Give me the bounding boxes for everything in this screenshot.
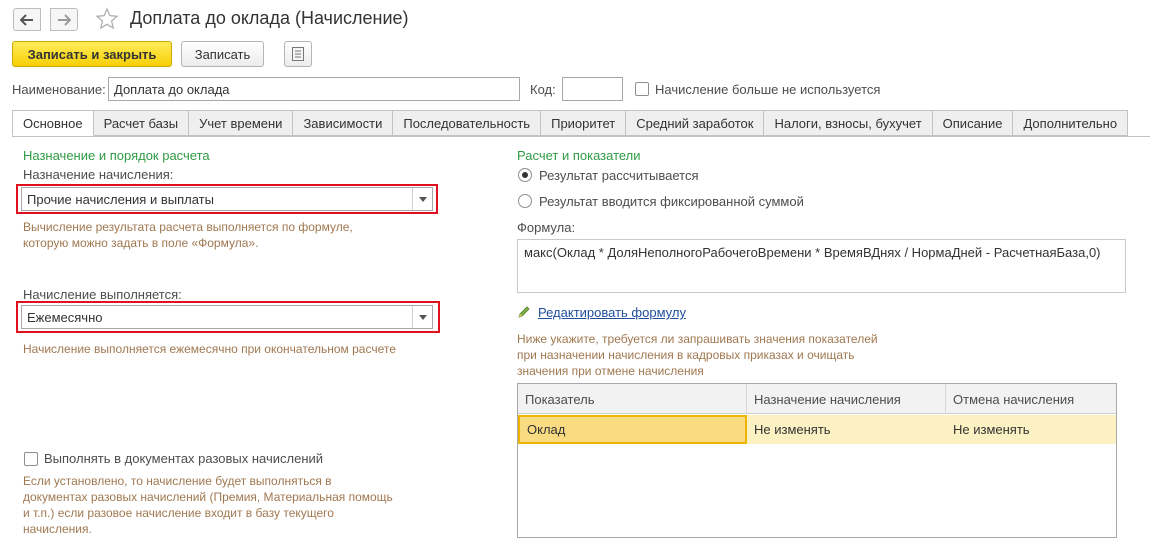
forward-arrow-icon [58,13,71,26]
tab-base-calculation[interactable]: Расчет базы [93,110,190,136]
one-time-hint-line-1: Если установлено, то начисление будет вы… [23,474,332,488]
formula-label: Формула: [517,220,576,235]
one-time-hint-line-2: документах разовых начислений (Премия, М… [23,490,393,504]
formula-field[interactable]: макс(Оклад * ДоляНеполногоРабочегоВремен… [517,239,1126,293]
schedule-hint: Начисление выполняется ежемесячно при ок… [23,342,396,356]
tab-taxes-accounting[interactable]: Налоги, взносы, бухучет [764,110,933,136]
column-header-indicator[interactable]: Показатель [518,384,747,414]
indicators-hint-line-1: Ниже укажите, требуется ли запрашивать з… [517,332,878,346]
purpose-group-title: Назначение и порядок расчета [23,148,210,163]
tab-description[interactable]: Описание [932,110,1014,136]
code-input[interactable] [562,77,623,101]
purpose-hint-line-2: которую можно задать в поле «Формула». [23,236,259,250]
table-cell-cancellation[interactable]: Не изменять [946,415,1116,444]
tab-main[interactable]: Основное [12,110,94,136]
indicators-table[interactable]: Показатель Назначение начисления Отмена … [517,383,1117,538]
table-cell-assignment[interactable]: Не изменять [747,415,946,444]
schedule-select[interactable]: Ежемесячно [21,305,433,329]
favorite-star-icon[interactable] [95,7,119,31]
indicators-hint-line-3: значения при отмене начисления [517,364,704,378]
save-button[interactable]: Записать [181,41,264,67]
indicators-hint-line-2: при назначении начисления в кадровых при… [517,348,855,362]
page-title: Доплата до оклада (Начисление) [130,8,409,28]
one-time-label: Выполнять в документах разовых начислени… [44,451,324,466]
table-header: Показатель Назначение начисления Отмена … [518,384,1116,414]
radio-result-fixed-label: Результат вводится фиксированной суммой [539,194,804,209]
edit-formula-link[interactable]: Редактировать формулу [538,305,686,320]
name-label: Наименование: [12,82,106,97]
tab-bar: Основное Расчет базы Учет времени Зависи… [12,110,1129,136]
code-label: Код: [530,82,556,97]
purpose-label: Назначение начисления: [23,167,174,182]
radio-result-calculated-label: Результат рассчитывается [539,168,699,183]
one-time-hint-line-3: и т.п.) если разовое начисление входит в… [23,506,334,520]
pencil-icon [518,306,530,318]
tab-dependencies[interactable]: Зависимости [293,110,394,136]
not-used-checkbox[interactable] [635,82,649,96]
radio-result-calculated[interactable] [518,168,532,182]
not-used-label: Начисление больше не используется [655,82,881,97]
save-and-close-button[interactable]: Записать и закрыть [12,41,172,67]
schedule-select-value: Ежемесячно [27,309,103,325]
back-button[interactable] [13,8,41,31]
radio-result-fixed[interactable] [518,194,532,208]
more-menu-button[interactable] [284,41,312,67]
tab-additional[interactable]: Дополнительно [1013,110,1129,136]
dropdown-arrow-icon[interactable] [412,188,432,210]
tab-sequence[interactable]: Последовательность [393,110,542,136]
dropdown-arrow-icon[interactable] [412,306,432,328]
more-menu-icon [292,47,304,61]
one-time-checkbox[interactable] [24,452,38,466]
back-arrow-icon [20,13,33,26]
schedule-label: Начисление выполняется: [23,287,182,302]
purpose-hint-line-1: Вычисление результата расчета выполняетс… [23,220,353,234]
tab-divider [12,136,1150,137]
column-header-cancellation[interactable]: Отмена начисления [946,384,1116,414]
name-input[interactable]: Доплата до оклада [108,77,520,101]
calculation-group-title: Расчет и показатели [517,148,641,163]
purpose-select[interactable]: Прочие начисления и выплаты [21,187,433,211]
table-cell-indicator[interactable]: Оклад [518,415,747,444]
column-header-assignment[interactable]: Назначение начисления [747,384,946,414]
tab-priority[interactable]: Приоритет [541,110,627,136]
tab-time-tracking[interactable]: Учет времени [189,110,294,136]
forward-button[interactable] [50,8,78,31]
table-row[interactable]: Оклад Не изменять Не изменять [518,415,1116,444]
one-time-hint-line-4: начисления. [23,522,92,536]
tab-average-earnings[interactable]: Средний заработок [626,110,765,136]
purpose-select-value: Прочие начисления и выплаты [27,191,214,207]
